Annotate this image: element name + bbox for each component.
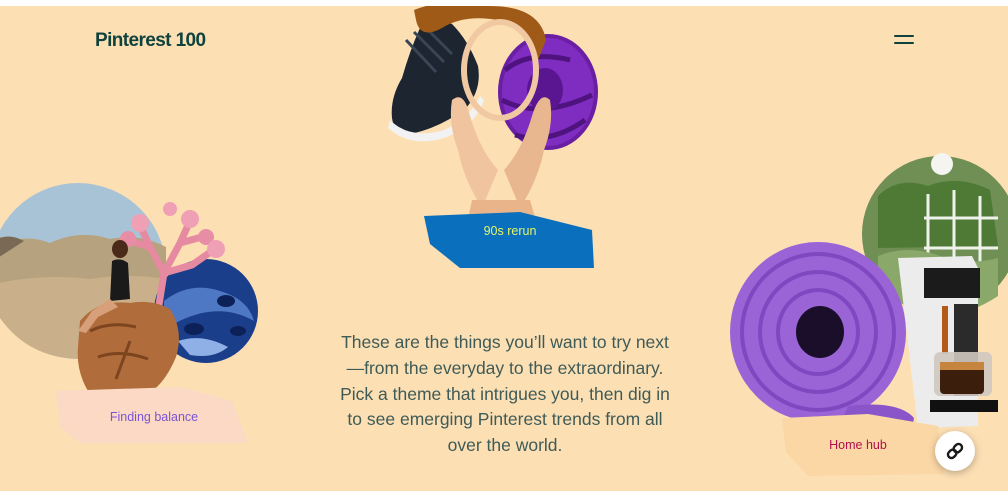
intro-paragraph: These are the things you’ll want to try … — [340, 332, 670, 456]
copy-link-button[interactable] — [935, 431, 975, 471]
hero-canvas: Pinterest 100 90s rerun Finding balance … — [0, 6, 1008, 491]
theme-label-home-hub: Home hub — [829, 438, 887, 452]
page: Pinterest 100 90s rerun Finding balance … — [0, 0, 1008, 491]
theme-label-finding-balance: Finding balance — [109, 410, 199, 424]
menu-line-bottom — [894, 42, 914, 44]
theme-label-90s-rerun: 90s rerun — [483, 224, 537, 238]
hamburger-menu-icon[interactable] — [889, 28, 919, 52]
theme-card-90s-rerun[interactable]: 90s rerun — [380, 6, 610, 268]
menu-line-top — [894, 35, 914, 37]
theme-card-finding-balance[interactable]: Finding balance — [0, 181, 270, 443]
link-icon — [946, 442, 964, 460]
finding-balance-collage-image — [0, 183, 258, 443]
pinterest-100-logo[interactable]: Pinterest 100 — [95, 30, 206, 52]
